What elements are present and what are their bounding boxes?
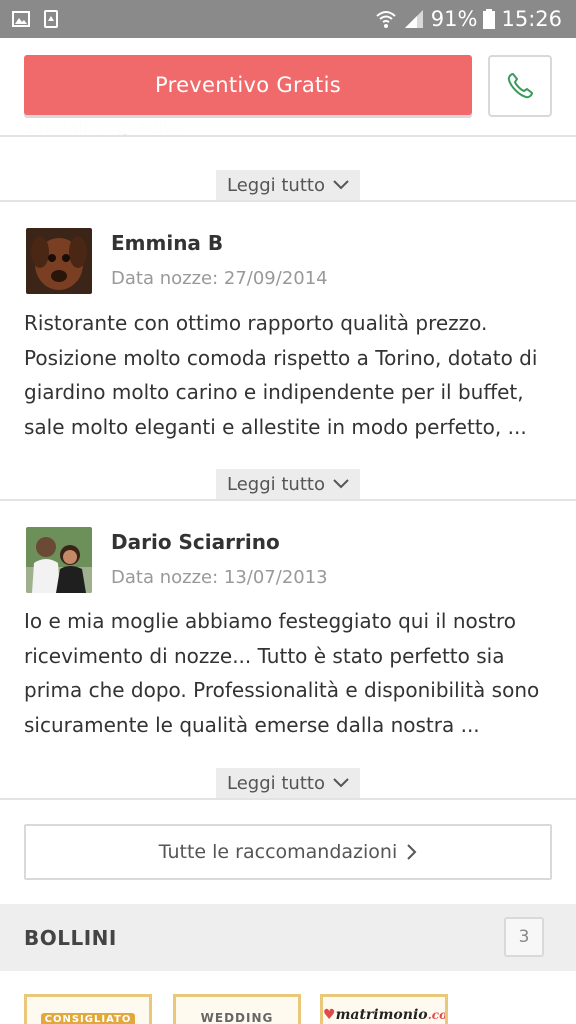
reviewer-name: Dario Sciarrino — [111, 530, 280, 554]
divider — [0, 200, 576, 202]
read-more-label: Leggi tutto — [227, 772, 325, 794]
badge-matrimonio[interactable]: ♥matrimonio.com — [320, 994, 448, 1024]
review-text: Ristorante con ottimo rapporto qualità p… — [24, 311, 538, 439]
divider — [0, 499, 576, 501]
divider — [0, 798, 576, 800]
section-title: BOLLINI — [24, 926, 117, 950]
all-recommendations-label: Tutte le raccomandazioni — [158, 841, 398, 863]
image-icon — [12, 11, 30, 27]
free-quote-label: Preventivo Gratis — [155, 73, 341, 97]
badge-label: WEDDING — [200, 1011, 274, 1024]
all-recommendations-button[interactable]: Tutte le raccomandazioni — [24, 824, 552, 880]
matrimonio-logo: ♥matrimonio.com — [323, 1007, 445, 1023]
badge-wedding[interactable]: WEDDING — [173, 994, 301, 1024]
heart-icon: ♥ — [323, 1007, 336, 1023]
badge-suffix: .com — [427, 1008, 448, 1022]
divider — [0, 135, 576, 137]
phone-icon — [507, 73, 533, 99]
action-bar: Preventivo Gratis — [0, 38, 576, 134]
clock: 15:26 — [501, 7, 562, 31]
reviewer-name: Emmina B — [111, 231, 224, 255]
read-more-button[interactable]: Leggi tutto — [216, 469, 360, 499]
read-more-button[interactable]: Leggi tutto — [216, 768, 360, 798]
free-quote-button[interactable]: Preventivo Gratis — [24, 55, 472, 115]
avatar — [26, 228, 92, 294]
signal-icon — [404, 10, 423, 28]
call-button[interactable] — [488, 55, 552, 117]
wifi-icon — [376, 11, 396, 28]
status-bar: 91% 15:26 — [0, 0, 576, 38]
read-more-label: Leggi tutto — [227, 174, 325, 196]
read-more-button[interactable]: Leggi tutto — [216, 170, 360, 200]
badge-label: CONSIGLIATO — [44, 1014, 132, 1024]
recycle-icon — [44, 10, 58, 28]
battery-icon — [483, 9, 496, 29]
chevron-down-icon — [333, 778, 349, 788]
count-badge: 3 — [504, 917, 544, 957]
badge-consigliato[interactable]: CONSIGLIATO — [24, 994, 152, 1024]
wedding-date: Data nozze: 27/09/2014 — [111, 268, 328, 289]
review-text: Io e mia moglie abbiamo festeggiato qui … — [24, 609, 540, 737]
chevron-down-icon — [333, 180, 349, 190]
chevron-down-icon — [333, 479, 349, 489]
badge-label: matrimonio — [335, 1007, 428, 1023]
avatar — [26, 527, 92, 593]
chevron-right-icon — [407, 844, 417, 860]
battery-percent: 91% — [430, 7, 478, 31]
bollini-header[interactable]: BOLLINI 3 — [0, 904, 576, 971]
wedding-date: Data nozze: 13/07/2013 — [111, 567, 328, 588]
read-more-label: Leggi tutto — [227, 473, 325, 495]
